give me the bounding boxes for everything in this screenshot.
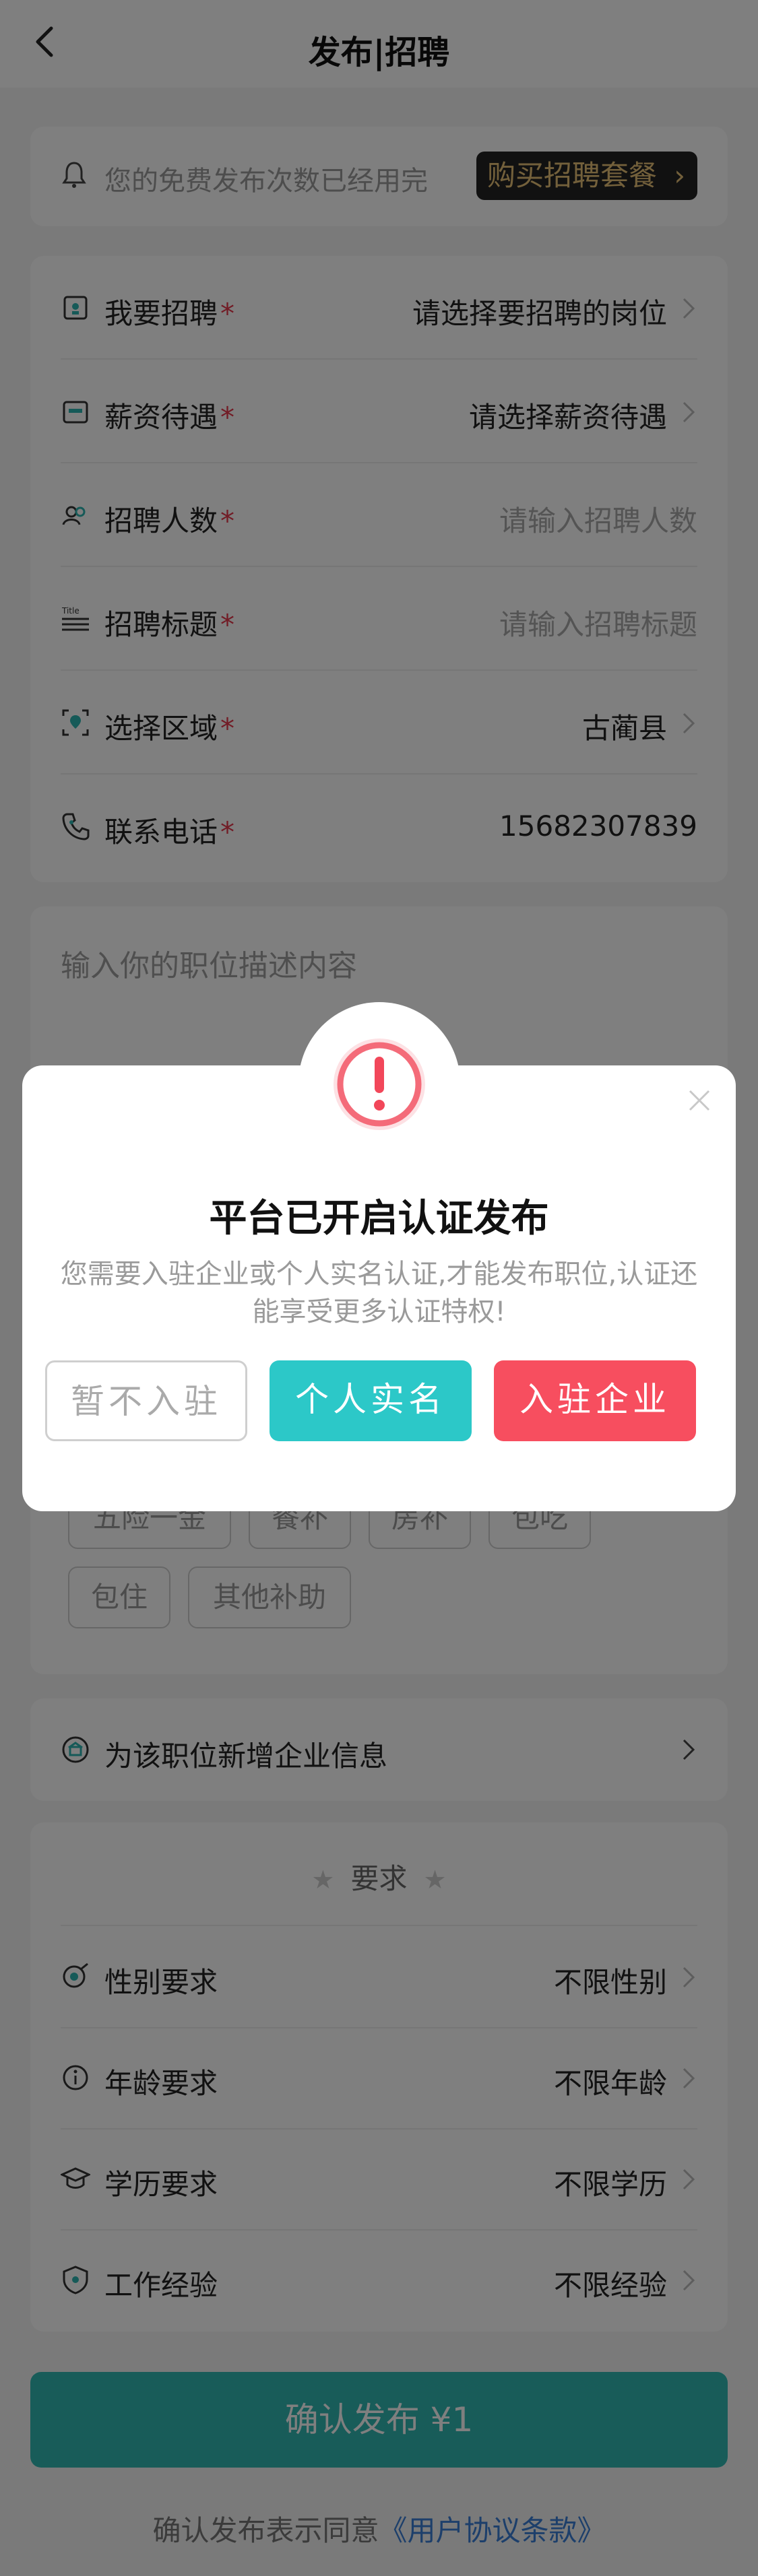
warning-icon xyxy=(334,1038,425,1130)
enterprise-join-button[interactable]: 入驻企业 xyxy=(494,1360,696,1441)
dialog-message: 您需要入驻企业或个人实名认证,才能发布职位,认证还能享受更多认证特权! xyxy=(60,1259,698,1327)
personal-verify-button[interactable]: 个人实名 xyxy=(270,1360,472,1441)
close-icon[interactable] xyxy=(687,1088,712,1113)
dialog-title: 平台已开启认证发布 xyxy=(209,1197,549,1241)
skip-button[interactable]: 暂不入驻 xyxy=(45,1360,247,1441)
